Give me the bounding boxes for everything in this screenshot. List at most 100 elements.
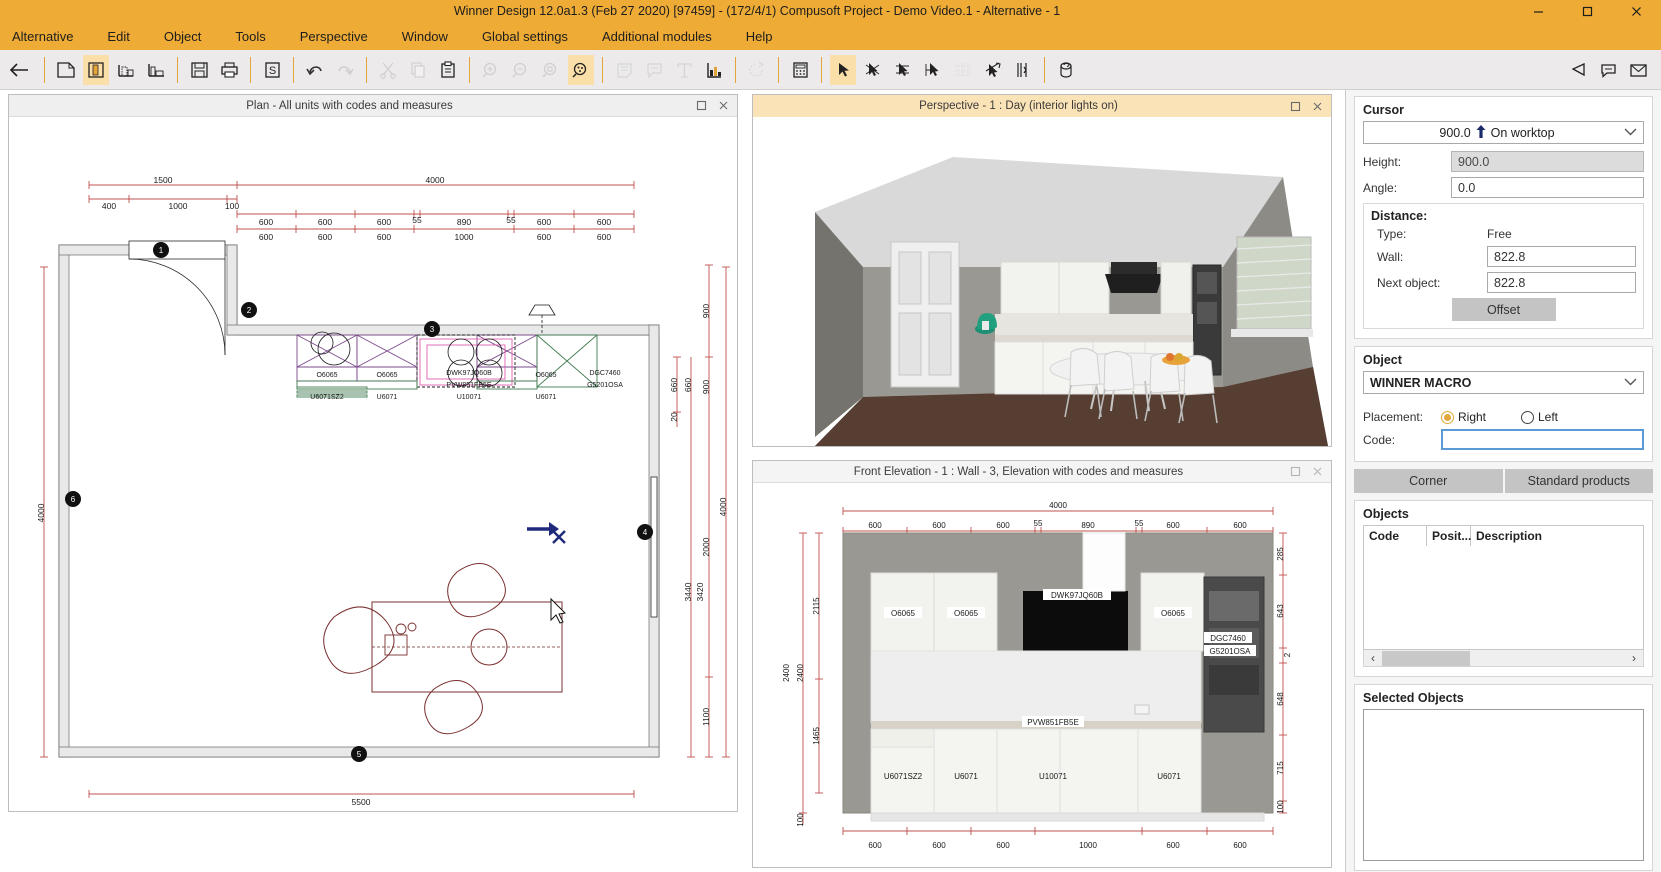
tab-standard-products[interactable]: Standard products: [1505, 469, 1654, 493]
menu-item-tools[interactable]: Tools: [218, 22, 282, 50]
plan-dim-100: 100: [225, 201, 239, 211]
menu-item-alternative[interactable]: Alternative: [0, 22, 90, 50]
svg-text:3: 3: [430, 325, 435, 334]
plan-wall-markers: 1 2 3 4 5 6: [65, 242, 653, 762]
menu-item-additional-modules[interactable]: Additional modules: [585, 22, 729, 50]
perspective-close-icon[interactable]: [1306, 96, 1328, 116]
elevation-window: Front Elevation - 1 : Wall - 3, Elevatio…: [752, 460, 1332, 868]
objects-horizontal-scrollbar[interactable]: ‹ ›: [1363, 650, 1644, 667]
menu-item-help[interactable]: Help: [729, 22, 790, 50]
svg-text:890: 890: [1081, 521, 1095, 530]
scroll-thumb[interactable]: [1382, 651, 1470, 666]
svg-text:100: 100: [796, 813, 805, 827]
svg-text:600: 600: [996, 841, 1010, 850]
svg-text:2400: 2400: [782, 664, 791, 682]
perspective-render[interactable]: [753, 117, 1331, 446]
offset-button[interactable]: Offset: [1452, 298, 1556, 321]
height-label: Height:: [1363, 155, 1451, 169]
snap-parallel-icon[interactable]: [1010, 55, 1036, 85]
snap-mid-icon[interactable]: [890, 55, 916, 85]
next-object-field[interactable]: 822.8: [1487, 272, 1636, 293]
objects-col-position[interactable]: Posit...: [1427, 526, 1471, 546]
plan-canvas[interactable]: 1500 4000 400 1000 100 600600 60055 8905…: [9, 117, 737, 811]
elevation-window-titlebar: Front Elevation - 1 : Wall - 3, Elevatio…: [753, 461, 1331, 483]
plan-view-icon[interactable]: [53, 55, 79, 85]
svg-text:600: 600: [259, 232, 273, 242]
svg-text:DWK97JQ60B: DWK97JQ60B: [1051, 591, 1103, 600]
svg-text:PVW851FB5E: PVW851FB5E: [446, 382, 491, 389]
s-button-icon[interactable]: S: [259, 55, 285, 85]
svg-text:2400: 2400: [796, 664, 805, 682]
zoom-all-icon[interactable]: [568, 55, 594, 85]
selected-objects-list[interactable]: [1363, 709, 1644, 861]
selected-objects-group: Selected Objects: [1354, 684, 1653, 871]
cursor-mode-combo[interactable]: 900.0 On worktop: [1363, 121, 1644, 144]
elevation-restore-icon[interactable]: [1284, 462, 1306, 482]
plan-close-icon[interactable]: [712, 96, 734, 116]
scroll-track[interactable]: [1382, 651, 1625, 666]
menu-item-perspective[interactable]: Perspective: [283, 22, 385, 50]
scroll-left-icon[interactable]: ‹: [1364, 651, 1382, 665]
objects-table-body[interactable]: [1363, 546, 1644, 650]
snap-perp-icon[interactable]: [980, 55, 1006, 85]
select-arrow-icon[interactable]: [830, 55, 856, 85]
tab-corner[interactable]: Corner: [1354, 469, 1503, 493]
placement-right-radio[interactable]: Right: [1441, 410, 1521, 424]
measure-view-icon[interactable]: [143, 55, 169, 85]
print-icon[interactable]: [216, 55, 242, 85]
elevation-canvas[interactable]: 4000 600600600 5589055 600600 600600600 …: [753, 483, 1331, 867]
object-type-combo[interactable]: WINNER MACRO: [1363, 371, 1644, 394]
minimize-button[interactable]: [1514, 0, 1563, 22]
svg-text:DGC7460: DGC7460: [589, 370, 620, 377]
color-icon[interactable]: [701, 55, 727, 85]
back-arrow-icon[interactable]: [2, 55, 36, 85]
code-input[interactable]: [1441, 429, 1644, 450]
svg-text:U10071: U10071: [1039, 772, 1068, 781]
radio-dot-left: [1521, 411, 1534, 424]
tape-measure-icon[interactable]: [1053, 55, 1079, 85]
menu-item-object[interactable]: Object: [147, 22, 219, 50]
cursor-group: Cursor 900.0 On worktop Height: 900.0 An…: [1354, 96, 1653, 339]
objects-col-code[interactable]: Code: [1364, 526, 1427, 546]
maximize-button[interactable]: [1563, 0, 1612, 22]
snap-point-icon[interactable]: [860, 55, 886, 85]
svg-text:G5201OSA: G5201OSA: [587, 382, 623, 389]
snap-intersect-icon[interactable]: [920, 55, 946, 85]
scroll-right-icon[interactable]: ›: [1625, 651, 1643, 665]
menu-item-global-settings[interactable]: Global settings: [465, 22, 585, 50]
placement-left-radio[interactable]: Left: [1521, 410, 1558, 424]
megaphone-icon[interactable]: [1565, 55, 1591, 85]
elevation-close-icon[interactable]: [1306, 462, 1328, 482]
svg-text:600: 600: [377, 232, 391, 242]
angle-field[interactable]: 0.0: [1451, 177, 1644, 198]
paste-icon[interactable]: [435, 55, 461, 85]
svg-text:3420: 3420: [695, 582, 705, 601]
undo-icon[interactable]: [302, 55, 328, 85]
right-properties-panel: Cursor 900.0 On worktop Height: 900.0 An…: [1345, 90, 1661, 872]
svg-text:U6071SZ2: U6071SZ2: [884, 772, 923, 781]
plan-restore-icon[interactable]: [690, 96, 712, 116]
section-view-icon[interactable]: [113, 55, 139, 85]
menu-item-window[interactable]: Window: [385, 22, 465, 50]
svg-text:643: 643: [1276, 604, 1285, 618]
svg-text:20: 20: [669, 412, 679, 422]
cursor-combo-mode: On worktop: [1491, 126, 1555, 140]
chevron-down-icon: [1624, 377, 1637, 389]
svg-text:O6065: O6065: [1161, 609, 1186, 618]
svg-text:600: 600: [996, 521, 1010, 530]
svg-text:G5201OSA: G5201OSA: [1210, 647, 1252, 656]
close-button[interactable]: [1612, 0, 1661, 22]
perspective-window-title: Perspective - 1 : Day (interior lights o…: [753, 100, 1284, 112]
elevation-view-icon[interactable]: [83, 55, 109, 85]
elevation-drawing: 4000 600600600 5589055 600600 600600600 …: [753, 483, 1331, 867]
wall-field[interactable]: 822.8: [1487, 246, 1636, 267]
save-icon[interactable]: [186, 55, 212, 85]
objects-col-description[interactable]: Description: [1471, 526, 1643, 546]
menu-item-edit[interactable]: Edit: [90, 22, 146, 50]
chat-icon[interactable]: [1595, 55, 1621, 85]
calculator-icon[interactable]: [787, 55, 813, 85]
perspective-restore-icon[interactable]: [1284, 96, 1306, 116]
mail-icon[interactable]: [1625, 55, 1651, 85]
svg-text:55: 55: [506, 215, 516, 225]
svg-text:600: 600: [537, 217, 551, 227]
